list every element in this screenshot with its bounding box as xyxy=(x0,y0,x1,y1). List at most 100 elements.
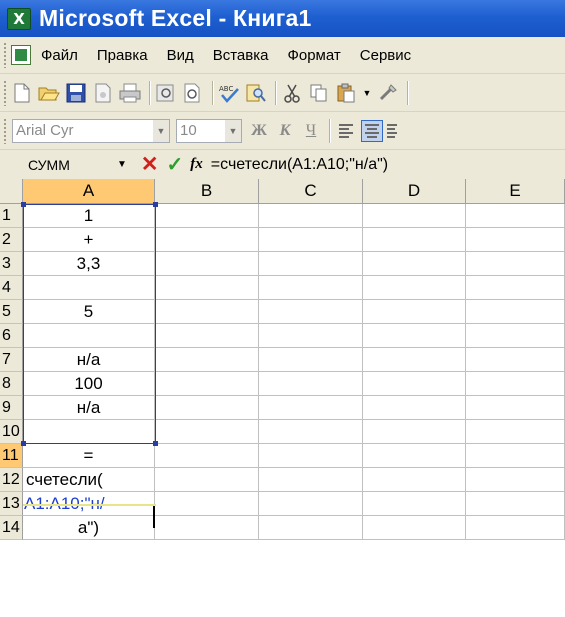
align-right-icon[interactable] xyxy=(387,120,397,142)
cell-c10[interactable] xyxy=(259,420,363,444)
column-header-d[interactable]: D xyxy=(363,179,466,204)
cell-e8[interactable] xyxy=(466,372,565,396)
cell-a8[interactable]: 100 xyxy=(23,372,155,396)
cell-c1[interactable] xyxy=(259,204,363,228)
menu-edit[interactable]: Правка xyxy=(97,47,148,64)
row-header[interactable]: 10 xyxy=(0,420,23,444)
column-header-e[interactable]: E xyxy=(466,179,565,204)
cancel-icon[interactable]: ✕ xyxy=(141,152,159,177)
cell-b6[interactable] xyxy=(155,324,259,348)
row-header[interactable]: 13 xyxy=(0,492,23,516)
italic-button[interactable]: К xyxy=(274,120,296,142)
cell-d3[interactable] xyxy=(363,252,466,276)
print-icon[interactable] xyxy=(119,82,141,104)
menu-file[interactable]: Файл xyxy=(41,47,78,64)
cell-b4[interactable] xyxy=(155,276,259,300)
align-left-icon[interactable] xyxy=(335,120,357,142)
paste-dropdown-icon[interactable]: ▼ xyxy=(362,82,372,104)
excel-app-icon[interactable]: X xyxy=(7,7,31,30)
cell-c9[interactable] xyxy=(259,396,363,420)
underline-button[interactable]: Ч xyxy=(300,120,322,142)
row-header[interactable]: 2 xyxy=(0,228,23,252)
cell-a5[interactable]: 5 xyxy=(23,300,155,324)
cell-b14[interactable] xyxy=(155,516,259,540)
spelling-icon[interactable]: ABC xyxy=(218,82,240,104)
cell-b3[interactable] xyxy=(155,252,259,276)
row-header[interactable]: 12 xyxy=(0,468,23,492)
menu-insert[interactable]: Вставка xyxy=(213,47,269,64)
cell-b9[interactable] xyxy=(155,396,259,420)
menu-tools[interactable]: Сервис xyxy=(360,47,411,64)
align-center-icon[interactable] xyxy=(361,119,383,142)
cell-e13[interactable] xyxy=(466,492,565,516)
cell-d1[interactable] xyxy=(363,204,466,228)
cell-b13[interactable] xyxy=(155,492,259,516)
cell-c4[interactable] xyxy=(259,276,363,300)
column-header-c[interactable]: C xyxy=(259,179,363,204)
cell-a4[interactable] xyxy=(23,276,155,300)
new-icon[interactable] xyxy=(11,82,33,104)
cell-d5[interactable] xyxy=(363,300,466,324)
cell-e3[interactable] xyxy=(466,252,565,276)
paste-icon[interactable] xyxy=(335,82,357,104)
chevron-down-icon[interactable]: ▼ xyxy=(117,159,127,170)
menu-view[interactable]: Вид xyxy=(167,47,194,64)
cell-c12[interactable] xyxy=(259,468,363,492)
row-header[interactable]: 7 xyxy=(0,348,23,372)
cell-e5[interactable] xyxy=(466,300,565,324)
cell-b8[interactable] xyxy=(155,372,259,396)
cell-e4[interactable] xyxy=(466,276,565,300)
cell-c3[interactable] xyxy=(259,252,363,276)
cell-e11[interactable] xyxy=(466,444,565,468)
cell-a11-editing[interactable]: = xyxy=(23,444,155,468)
row-header[interactable]: 1 xyxy=(0,204,23,228)
cell-b10[interactable] xyxy=(155,420,259,444)
font-name-combo[interactable]: Arial Cyr ▼ xyxy=(12,118,170,143)
cell-b11[interactable] xyxy=(155,444,259,468)
open-icon[interactable] xyxy=(38,82,60,104)
cell-d13[interactable] xyxy=(363,492,466,516)
bold-button[interactable]: Ж xyxy=(248,120,270,142)
cell-b12[interactable] xyxy=(155,468,259,492)
row-header[interactable]: 3 xyxy=(0,252,23,276)
cell-e9[interactable] xyxy=(466,396,565,420)
cell-a7[interactable]: н/а xyxy=(23,348,155,372)
cell-d10[interactable] xyxy=(363,420,466,444)
cell-d6[interactable] xyxy=(363,324,466,348)
cell-c5[interactable] xyxy=(259,300,363,324)
cell-d11[interactable] xyxy=(363,444,466,468)
cell-a6[interactable] xyxy=(23,324,155,348)
name-box[interactable]: СУММ xyxy=(0,154,105,176)
cell-e10[interactable] xyxy=(466,420,565,444)
row-header[interactable]: 4 xyxy=(0,276,23,300)
cell-d4[interactable] xyxy=(363,276,466,300)
cell-b7[interactable] xyxy=(155,348,259,372)
cell-a12[interactable]: счетесли( xyxy=(23,468,155,492)
cell-a10[interactable] xyxy=(23,420,155,444)
copy-icon[interactable] xyxy=(308,82,330,104)
print-preview-2-icon[interactable] xyxy=(182,82,204,104)
cell-c7[interactable] xyxy=(259,348,363,372)
cell-d9[interactable] xyxy=(363,396,466,420)
cell-b2[interactable] xyxy=(155,228,259,252)
format-painter-icon[interactable] xyxy=(377,82,399,104)
research-icon[interactable] xyxy=(245,82,267,104)
row-header[interactable]: 9 xyxy=(0,396,23,420)
cell-a14[interactable]: а") xyxy=(23,516,155,540)
print-preview-icon[interactable] xyxy=(155,82,177,104)
cell-c13[interactable] xyxy=(259,492,363,516)
column-header-b[interactable]: B xyxy=(155,179,259,204)
cell-d12[interactable] xyxy=(363,468,466,492)
row-header[interactable]: 11 xyxy=(0,444,23,468)
save-icon[interactable] xyxy=(65,82,87,104)
font-size-combo[interactable]: 10 ▼ xyxy=(176,118,242,143)
cell-e12[interactable] xyxy=(466,468,565,492)
cell-e14[interactable] xyxy=(466,516,565,540)
column-header-a[interactable]: A xyxy=(23,179,155,204)
permission-icon[interactable] xyxy=(92,82,114,104)
cell-d8[interactable] xyxy=(363,372,466,396)
chevron-down-icon[interactable]: ▼ xyxy=(153,119,169,142)
row-header[interactable]: 8 xyxy=(0,372,23,396)
cell-a3[interactable]: 3,3 xyxy=(23,252,155,276)
row-header[interactable]: 6 xyxy=(0,324,23,348)
